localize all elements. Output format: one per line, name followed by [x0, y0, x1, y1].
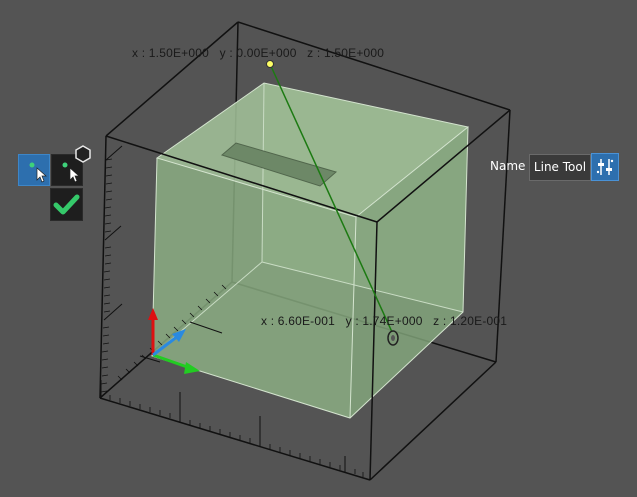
settings-button[interactable]	[591, 153, 619, 181]
3d-viewport[interactable]	[0, 0, 637, 497]
probe-coordinate-label: x : 6.60E-001 y : 1.74E+000 z : 1.20E-00…	[261, 314, 508, 328]
start-point-coordinate-label: x : 1.50E+000 y : 0.00E+000 z : 1.50E+00…	[132, 46, 385, 60]
name-label: Name	[490, 159, 526, 173]
measure-start-point[interactable]	[266, 60, 274, 68]
hexagon-icon[interactable]	[74, 145, 92, 163]
sliders-icon	[596, 159, 614, 175]
confirm-button[interactable]	[50, 188, 83, 221]
point-pick-active-button[interactable]	[18, 154, 50, 186]
point-pick-cursor-icon	[29, 162, 47, 183]
name-field[interactable]: Line Tool	[529, 154, 591, 181]
solid-box[interactable]	[151, 82, 470, 419]
checkmark-icon	[53, 194, 80, 215]
